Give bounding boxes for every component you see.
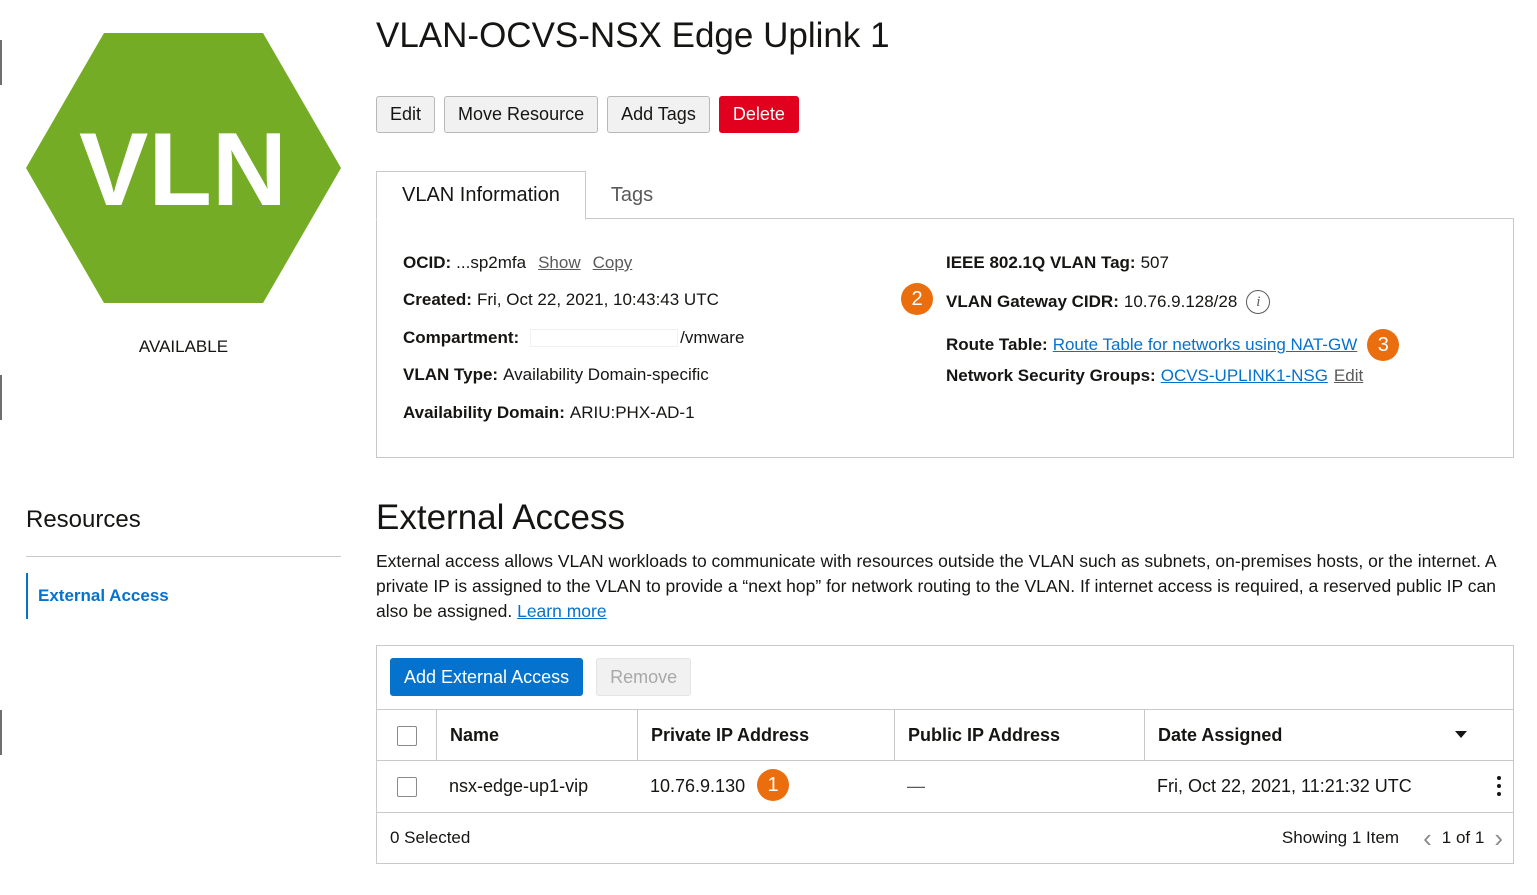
column-header-private-ip[interactable]: Private IP Address	[637, 710, 894, 760]
window-edge-marker	[0, 375, 2, 420]
edit-button[interactable]: Edit	[376, 96, 436, 133]
ocid-row: OCID: ...sp2mfa Show Copy	[403, 253, 632, 273]
select-all-checkbox[interactable]	[397, 725, 417, 746]
ocid-copy-link[interactable]: Copy	[593, 253, 633, 273]
external-access-table: Add External Access Remove Name Private …	[376, 645, 1514, 864]
external-access-heading: External Access	[376, 498, 625, 537]
vlan-type-value: Availability Domain-specific	[503, 365, 709, 384]
select-all-cell	[377, 710, 436, 761]
row-actions-kebab-icon[interactable]	[1497, 776, 1501, 796]
window-edge-marker	[0, 710, 2, 755]
compartment-value: /vmware	[680, 328, 745, 347]
ocid-value: ...sp2mfa	[456, 253, 527, 272]
ocid-show-link[interactable]: Show	[538, 253, 581, 273]
vlan-tag-label: IEEE 802.1Q VLAN Tag:	[946, 253, 1136, 272]
compartment-label: Compartment:	[403, 328, 520, 347]
table-header: Name Private IP Address Public IP Addres…	[377, 709, 1513, 761]
availability-domain-label: Availability Domain:	[403, 403, 565, 422]
page-indicator: 1 of 1	[1441, 828, 1485, 847]
table-row: nsx-edge-up1-vip 10.76.9.130 1 — Fri, Oc…	[377, 761, 1513, 813]
created-label: Created:	[403, 290, 472, 309]
nsg-edit-link[interactable]: Edit	[1334, 366, 1363, 386]
created-value: Fri, Oct 22, 2021, 10:43:43 UTC	[476, 290, 719, 309]
vlan-type-row: VLAN Type: Availability Domain-specific	[403, 365, 709, 385]
chevron-left-icon[interactable]: ‹	[1423, 825, 1432, 851]
row-private-ip: 10.76.9.130	[650, 776, 746, 796]
detail-tabs: VLAN Information Tags	[376, 171, 678, 220]
table-toolbar: Add External Access Remove	[390, 658, 692, 696]
row-checkbox[interactable]	[397, 776, 417, 797]
icon-label: VLN	[79, 112, 287, 228]
route-table-label: Route Table:	[946, 335, 1048, 354]
vlan-resource-icon: VLN	[26, 33, 341, 303]
column-header-public-ip[interactable]: Public IP Address	[894, 710, 1144, 760]
learn-more-link[interactable]: Learn more	[517, 601, 607, 621]
route-table-row: Route Table: Route Table for networks us…	[946, 329, 1400, 361]
column-header-name[interactable]: Name	[436, 710, 637, 760]
redacted-area	[530, 329, 679, 347]
route-table-link[interactable]: Route Table for networks using NAT-GW	[1053, 335, 1358, 355]
vlan-type-label: VLAN Type:	[403, 365, 499, 384]
row-select-cell	[377, 761, 436, 812]
nsg-link[interactable]: OCVS-UPLINK1-NSG	[1161, 366, 1328, 386]
info-icon[interactable]: i	[1246, 290, 1271, 314]
table-footer: 0 Selected Showing 1 Item ‹ 1 of 1 ›	[377, 813, 1513, 863]
lifecycle-status: AVAILABLE	[138, 337, 229, 356]
selected-count: 0 Selected	[390, 828, 471, 847]
callout-badge-1: 1	[757, 769, 789, 801]
nsg-row: Network Security Groups: OCVS-UPLINK1-NS…	[946, 366, 1363, 386]
gateway-cidr-row: VLAN Gateway CIDR: 10.76.9.128/28 i	[946, 290, 1271, 314]
external-access-description: External access allows VLAN workloads to…	[376, 549, 1506, 624]
tab-vlan-information[interactable]: VLAN Information	[376, 171, 586, 220]
availability-domain-value: ARIU:PHX-AD-1	[569, 403, 695, 422]
resources-heading: Resources	[26, 506, 141, 533]
ocid-label: OCID:	[403, 253, 452, 272]
chevron-right-icon[interactable]: ›	[1494, 825, 1503, 851]
vlan-tag-row: IEEE 802.1Q VLAN Tag: 507	[946, 253, 1169, 273]
page-title: VLAN-OCVS-NSX Edge Uplink 1	[376, 16, 890, 55]
row-public-ip: —	[907, 776, 925, 796]
add-external-access-button[interactable]: Add External Access	[390, 658, 584, 696]
pagination: Showing 1 Item ‹ 1 of 1 ›	[1282, 813, 1503, 863]
row-date-assigned: Fri, Oct 22, 2021, 11:21:32 UTC	[1157, 776, 1412, 796]
created-row: Created: Fri, Oct 22, 2021, 10:43:43 UTC	[403, 290, 719, 310]
action-toolbar: Edit Move Resource Add Tags Delete	[376, 96, 799, 133]
vlan-tag-value: 507	[1140, 253, 1169, 272]
compartment-row: Compartment: /vmware	[403, 328, 744, 348]
row-name: nsx-edge-up1-vip	[449, 776, 589, 796]
showing-count: Showing 1 Item	[1281, 828, 1400, 847]
sort-caret-icon[interactable]	[1455, 731, 1467, 738]
remove-button: Remove	[596, 658, 692, 696]
gateway-cidr-value: 10.76.9.128/28	[1123, 292, 1238, 311]
vlan-info-panel: OCID: ...sp2mfa Show Copy Created: Fri, …	[376, 218, 1514, 458]
tab-tags[interactable]: Tags	[586, 171, 678, 219]
divider	[26, 556, 341, 557]
move-resource-button[interactable]: Move Resource	[444, 96, 599, 133]
window-edge-marker	[0, 40, 2, 85]
availability-domain-row: Availability Domain: ARIU:PHX-AD-1	[403, 403, 695, 423]
callout-badge-3: 3	[1367, 329, 1400, 361]
add-tags-button[interactable]: Add Tags	[607, 96, 710, 133]
sidebar-item-external-access[interactable]: External Access	[26, 573, 341, 619]
delete-button[interactable]: Delete	[718, 96, 799, 133]
gateway-cidr-label: VLAN Gateway CIDR:	[946, 292, 1119, 311]
nsg-label: Network Security Groups:	[946, 366, 1156, 385]
callout-badge-2: 2	[901, 283, 933, 315]
